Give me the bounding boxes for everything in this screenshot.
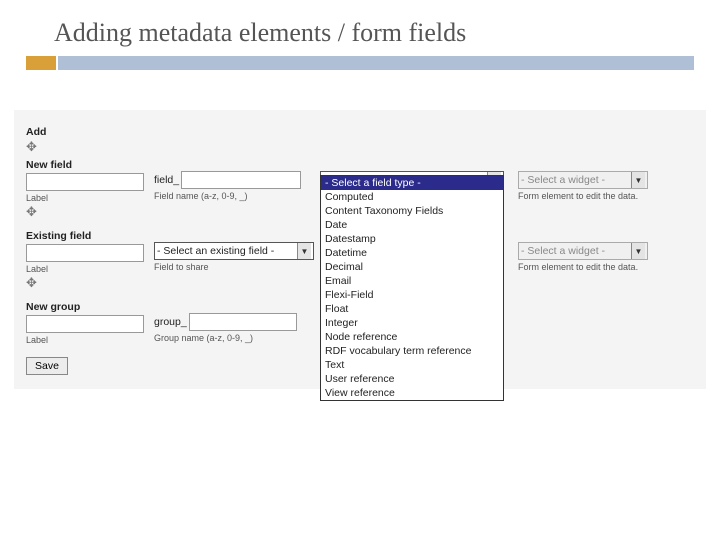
existing-field-select[interactable]: - Select an existing field - ▼ [154,242,314,260]
new-field-row: New field Label ✥ field_ Field name (a-z… [26,157,694,222]
chevron-down-icon: ▼ [631,172,645,188]
existing-field-label-input[interactable] [26,244,144,262]
save-button[interactable]: Save [26,357,68,375]
field-type-option[interactable]: View reference [321,386,503,400]
new-group-label-caption: Label [26,335,146,345]
new-field-name-caption: Field name (a-z, 0-9, _) [154,191,310,201]
new-field-widget-caption: Form element to edit the data. [518,191,694,201]
field-type-option[interactable]: Computed [321,190,503,204]
field-type-option[interactable]: Node reference [321,330,503,344]
field-type-option[interactable]: Decimal [321,260,503,274]
field-type-option[interactable]: - Select a field type - [321,176,503,190]
field-type-option[interactable]: RDF vocabulary term reference [321,344,503,358]
field-name-prefix: field_ [154,174,179,186]
new-group-name-caption: Group name (a-z, 0-9, _) [154,333,310,343]
new-field-label-caption: Label [26,193,146,203]
slide-title: Adding metadata elements / form fields [0,0,720,56]
widget-selected: - Select a widget - [521,245,605,257]
existing-field-label-caption: Label [26,264,146,274]
group-name-prefix: group_ [154,316,187,328]
existing-field-heading: Existing field [26,230,146,242]
drag-handle-icon[interactable]: ✥ [26,140,694,153]
new-group-name-input[interactable] [189,313,297,331]
new-group-label-input[interactable] [26,315,144,333]
title-underline [26,56,694,70]
form-area: Add ✥ New field Label ✥ field_ Field nam… [14,110,706,389]
field-type-option[interactable]: Flexi-Field [321,288,503,302]
field-type-option[interactable]: Datestamp [321,232,503,246]
field-type-dropdown[interactable]: - Select a field type - Computed Content… [320,175,504,401]
underline-accent [26,56,56,70]
new-field-name-input[interactable] [181,171,301,189]
existing-field-selected: - Select an existing field - [157,245,274,257]
new-field-label-input[interactable] [26,173,144,191]
new-field-widget-select[interactable]: - Select a widget - ▼ [518,171,648,189]
new-field-heading: New field [26,159,146,171]
field-type-option[interactable]: Float [321,302,503,316]
chevron-down-icon: ▼ [631,243,645,259]
existing-field-widget-select[interactable]: - Select a widget - ▼ [518,242,648,260]
field-type-option[interactable]: Content Taxonomy Fields [321,204,503,218]
field-type-option[interactable]: Email [321,274,503,288]
field-type-option[interactable]: Date [321,218,503,232]
drag-handle-icon[interactable]: ✥ [26,205,146,218]
add-heading: Add [26,126,694,138]
field-type-option[interactable]: Integer [321,316,503,330]
new-group-heading: New group [26,301,146,313]
widget-selected: - Select a widget - [521,174,605,186]
field-type-option[interactable]: Text [321,358,503,372]
field-type-option[interactable]: User reference [321,372,503,386]
chevron-down-icon: ▼ [297,243,311,259]
drag-handle-icon[interactable]: ✥ [26,276,146,289]
existing-field-widget-caption: Form element to edit the data. [518,262,694,272]
field-type-option[interactable]: Datetime [321,246,503,260]
underline-main [58,56,694,70]
